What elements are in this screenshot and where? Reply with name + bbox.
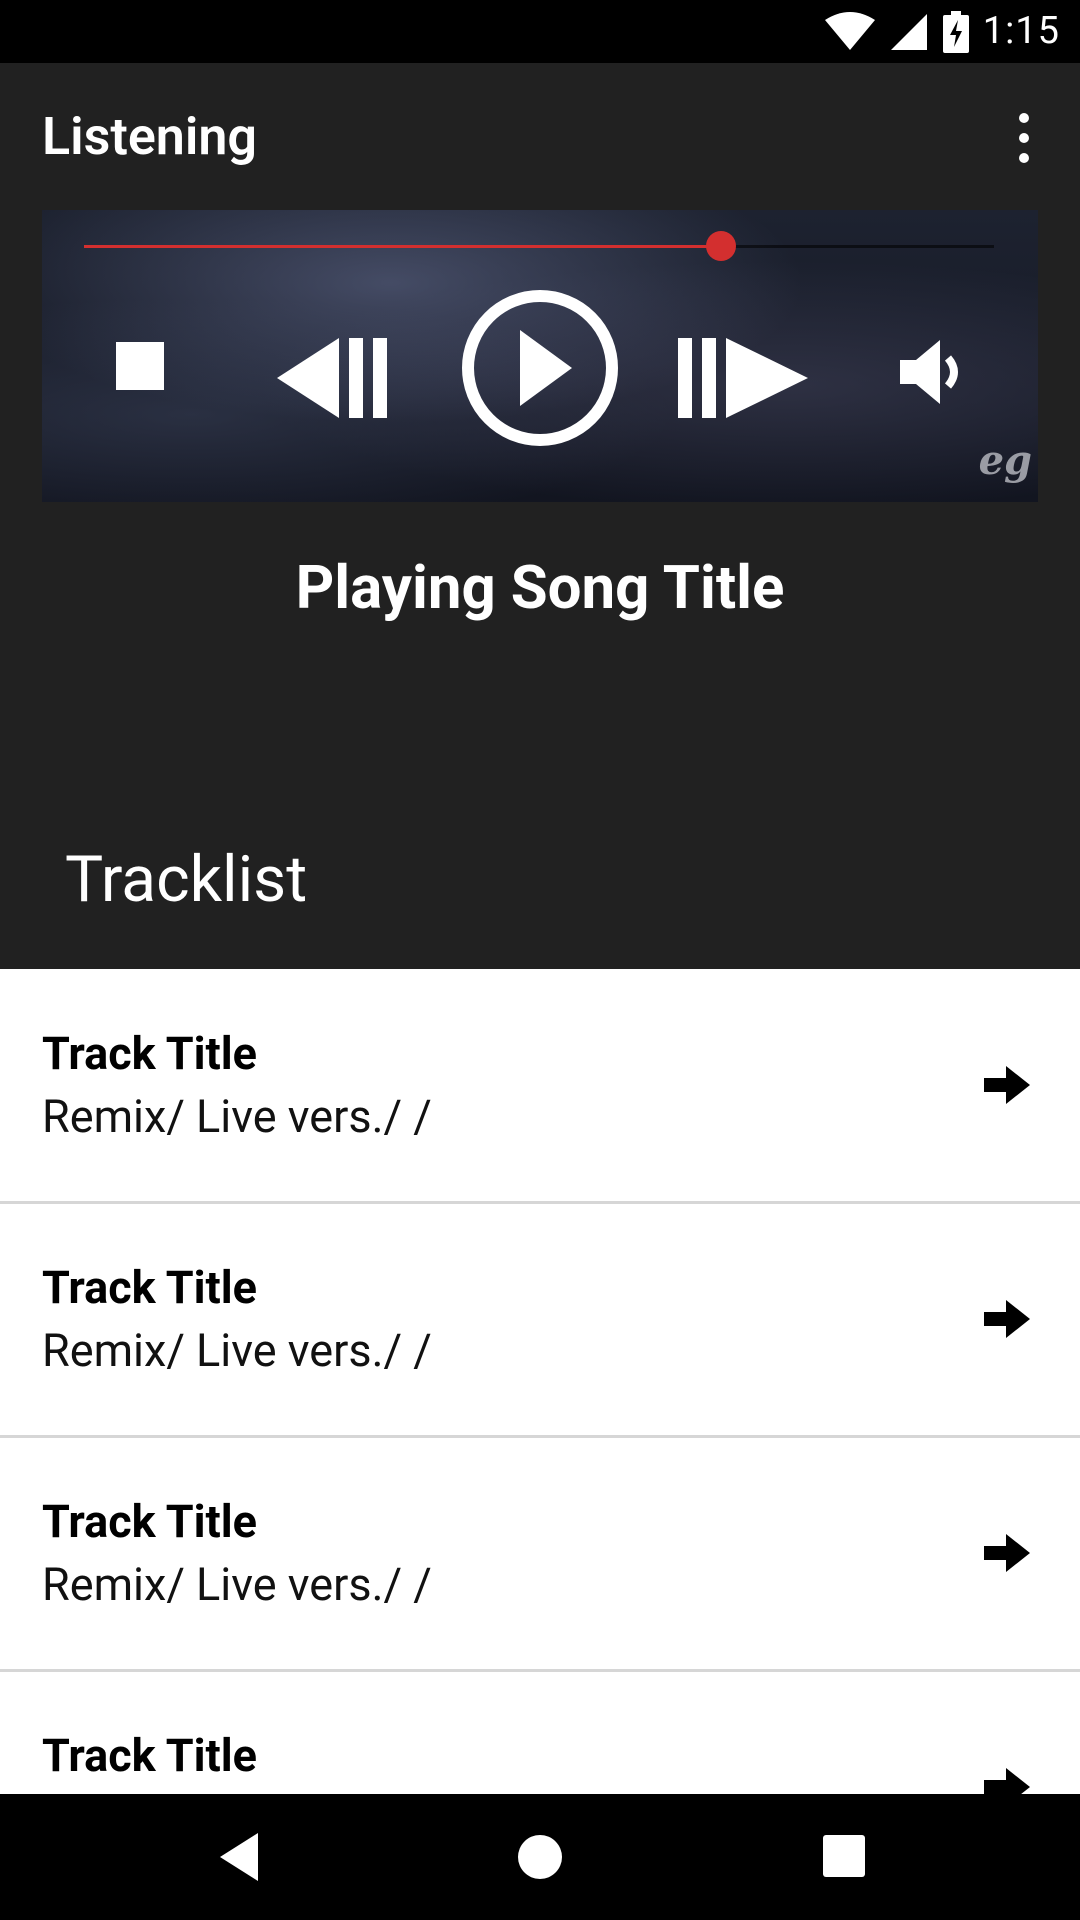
next-icon[interactable]: [678, 338, 808, 418]
more-vert-icon[interactable]: [994, 103, 1054, 173]
track-row[interactable]: Track Title: [0, 1671, 1080, 1794]
track-title: Track Title: [42, 1027, 257, 1080]
wifi-icon: [824, 11, 875, 50]
now-playing-title: Playing Song Title: [295, 552, 785, 623]
tracklist-heading: Tracklist: [65, 842, 308, 917]
track-row[interactable]: Track Title Remix/ Live vers./ /: [0, 1437, 1080, 1672]
status-icons: 1:15: [824, 0, 1060, 63]
menu-dot: [1019, 113, 1029, 123]
app-title: Listening: [42, 106, 257, 167]
track-row[interactable]: Track Title Remix/ Live vers./ /: [0, 969, 1080, 1204]
home-icon[interactable]: [510, 1827, 570, 1887]
system-nav-bar: [0, 1794, 1080, 1920]
seek-bar[interactable]: [84, 231, 994, 261]
track-title: Track Title: [42, 1495, 257, 1548]
battery-charging-icon: [942, 10, 969, 53]
stop-icon[interactable]: [116, 342, 166, 392]
seek-progress: [84, 245, 721, 248]
track-list: Track Title Remix/ Live vers./ / Track T…: [0, 969, 1080, 1794]
track-subtitle: Remix/ Live vers./ /: [42, 1324, 432, 1377]
arrow-right-icon: [984, 1066, 1030, 1104]
track-subtitle: Remix/ Live vers./ /: [42, 1558, 432, 1611]
status-bar: 1:15: [0, 0, 1080, 63]
arrow-right-icon: [984, 1534, 1030, 1572]
menu-dot: [1019, 153, 1029, 163]
track-subtitle: Remix/ Live vers./ /: [42, 1090, 432, 1143]
arrow-right-icon: [984, 1768, 1030, 1794]
volume-icon[interactable]: [900, 340, 976, 404]
track-title: Track Title: [42, 1729, 257, 1782]
media-player: eg: [42, 210, 1038, 502]
cell-signal-icon: [890, 13, 927, 50]
watermark-logo: eg: [978, 437, 1032, 484]
play-icon[interactable]: [460, 288, 620, 448]
track-row[interactable]: Track Title Remix/ Live vers./ /: [0, 1203, 1080, 1438]
app-bar: Listening: [0, 63, 1080, 210]
arrow-right-icon: [984, 1300, 1030, 1338]
recents-icon[interactable]: [815, 1827, 875, 1887]
previous-icon[interactable]: [277, 338, 407, 418]
back-icon[interactable]: [212, 1827, 272, 1887]
seek-thumb[interactable]: [706, 231, 736, 261]
status-time: 1:15: [982, 9, 1060, 53]
track-title: Track Title: [42, 1261, 257, 1314]
menu-dot: [1019, 133, 1029, 143]
